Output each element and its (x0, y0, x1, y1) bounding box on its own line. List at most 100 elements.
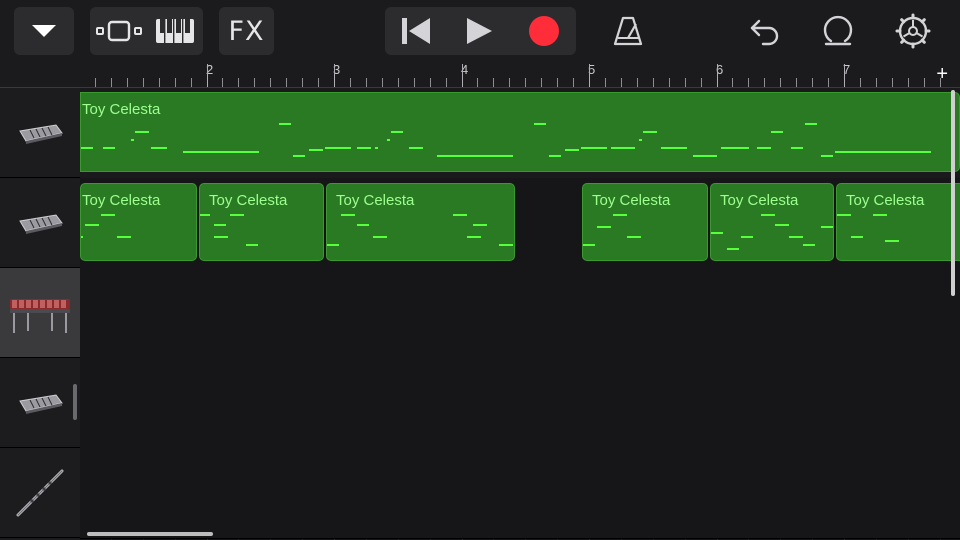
ruler-tick (190, 78, 192, 87)
metronome-button[interactable] (605, 7, 651, 55)
midi-note (581, 147, 607, 149)
midi-note (853, 236, 863, 238)
ruler-tick (270, 78, 272, 87)
undo-icon (750, 19, 779, 46)
view-switcher (90, 7, 203, 55)
track-header-1[interactable] (0, 88, 80, 178)
play-button[interactable] (446, 7, 512, 55)
ruler-tick (652, 78, 654, 87)
midi-note (101, 214, 115, 216)
region-title: Toy Celesta (82, 192, 161, 209)
fx-label: FX (228, 15, 265, 47)
ruler-tick (557, 78, 559, 87)
ruler-tick (461, 64, 463, 87)
ruler-tick (939, 78, 941, 87)
midi-note (565, 149, 579, 151)
ruler-tick (525, 78, 527, 87)
tracks-view-button[interactable] (91, 7, 147, 55)
midi-note (821, 226, 833, 228)
transport-controls (385, 7, 576, 55)
ruler-tick (907, 78, 909, 87)
ruler-tick (844, 64, 845, 87)
midi-region[interactable]: Toy Celesta (582, 183, 708, 261)
midi-note (214, 236, 228, 238)
midi-note (81, 147, 93, 149)
ruler-tick (796, 78, 798, 87)
record-button[interactable] (512, 7, 576, 55)
ruler-tick (429, 78, 431, 87)
midi-note (757, 147, 771, 149)
keyboard-view-button[interactable] (147, 7, 203, 55)
midi-note (131, 139, 134, 141)
keyboard-instrument-icon (19, 213, 63, 234)
flute-icon (16, 469, 64, 516)
browser-menu-button[interactable] (14, 7, 74, 55)
vertical-scrollbar[interactable] (951, 90, 955, 296)
add-section-button[interactable]: + (936, 63, 948, 85)
ruler-tick (302, 78, 304, 87)
ruler-tick (828, 78, 830, 87)
settings-button[interactable] (890, 7, 936, 55)
undo-button[interactable] (742, 7, 788, 55)
fx-button[interactable]: FX (219, 7, 274, 55)
midi-note (791, 147, 803, 149)
midi-note (279, 123, 291, 125)
midi-note (375, 147, 378, 149)
tracks-area[interactable]: Toy Celesta Toy Celesta Toy Celesta Toy … (80, 88, 960, 540)
ruler-tick (891, 78, 893, 87)
ruler-tick (318, 78, 320, 87)
loop-icon (823, 15, 853, 46)
ruler-tick (700, 78, 702, 87)
ruler-tick (812, 78, 814, 87)
midi-note (885, 240, 899, 242)
midi-note (117, 236, 131, 238)
midi-note (409, 147, 423, 149)
ruler-tick (620, 78, 622, 87)
midi-note (103, 147, 115, 149)
timeline-ruler[interactable]: 2 3 4 5 6 7 + (80, 62, 960, 88)
settings-icon (895, 13, 931, 49)
track-header-2[interactable] (0, 178, 80, 268)
horizontal-scrollbar[interactable] (87, 532, 213, 536)
midi-note (534, 123, 546, 125)
track-resize-handle[interactable] (73, 384, 77, 420)
midi-note (230, 214, 244, 216)
track-header-3[interactable] (0, 268, 80, 358)
ruler-tick (716, 64, 718, 87)
ruler-tick (732, 78, 734, 87)
rewind-icon (401, 18, 430, 44)
ruler-tick (780, 78, 782, 87)
go-to-beginning-button[interactable] (386, 7, 446, 55)
track-header-4[interactable] (0, 358, 80, 448)
midi-region[interactable]: Toy Celesta (199, 183, 324, 261)
track-headers (0, 88, 80, 540)
midi-note (613, 214, 627, 216)
ruler-tick (764, 78, 766, 87)
tracks-view-icon (95, 20, 142, 42)
midi-note (583, 244, 595, 246)
midi-note (873, 214, 887, 216)
midi-note (761, 214, 775, 216)
loop-browser-button[interactable] (815, 7, 861, 55)
play-icon (466, 18, 492, 44)
midi-note (627, 236, 641, 238)
midi-note (200, 214, 210, 216)
midi-note (327, 244, 339, 246)
region-title: Toy Celesta (82, 101, 161, 118)
midi-region[interactable]: Toy Celesta (836, 183, 960, 261)
ruler-tick (222, 78, 224, 87)
ruler-tick (94, 78, 96, 87)
region-title: Toy Celesta (846, 192, 925, 209)
midi-note (821, 155, 833, 157)
ruler-tick (509, 78, 511, 87)
ruler-tick (110, 78, 112, 87)
midi-region[interactable]: Toy Celesta (326, 183, 515, 261)
midi-note (387, 139, 390, 141)
ruler-tick (477, 78, 479, 87)
track-header-5[interactable] (0, 448, 80, 538)
ruler-tick (238, 78, 240, 87)
midi-region[interactable]: Toy Celesta (80, 183, 197, 261)
top-toolbar: FX (0, 0, 960, 62)
midi-region[interactable]: Toy Celesta (710, 183, 834, 261)
midi-region[interactable]: Toy Celesta (80, 92, 960, 172)
